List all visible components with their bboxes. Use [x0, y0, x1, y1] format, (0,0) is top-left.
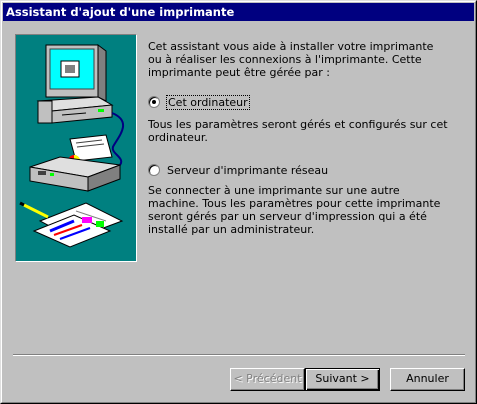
button-separator	[13, 354, 465, 356]
option-network-server[interactable]: Serveur d'imprimante réseau	[148, 162, 328, 178]
title-bar[interactable]: Assistant d'ajout d'une imprimante	[3, 3, 474, 21]
wizard-window: Assistant d'ajout d'une imprimante Cet a…	[0, 0, 477, 404]
computer-printer-icon	[19, 44, 125, 248]
back-button-label: < Précédent	[233, 372, 302, 385]
option-local-description: Tous les paramètres seront gérés et conf…	[148, 118, 448, 144]
option-network-description: Se connecter à une imprimante sur une au…	[148, 184, 441, 236]
back-button[interactable]: < Précédent	[230, 368, 305, 391]
intro-text: Cet assistant vous aide à installer votr…	[148, 40, 434, 79]
cancel-button-label: Annuler	[406, 372, 449, 385]
next-button-label: Suivant >	[315, 372, 370, 385]
option-local-label[interactable]: Cet ordinateur	[166, 94, 250, 110]
next-button[interactable]: Suivant >	[305, 368, 380, 391]
computer-printer-illustration	[15, 34, 137, 262]
window-title: Assistant d'ajout d'une imprimante	[6, 5, 235, 19]
option-local-computer[interactable]: Cet ordinateur	[148, 94, 250, 110]
option-network-label[interactable]: Serveur d'imprimante réseau	[167, 164, 328, 177]
radio-local-computer[interactable]	[148, 96, 160, 108]
cancel-button[interactable]: Annuler	[390, 368, 465, 391]
radio-network-server[interactable]	[148, 164, 160, 176]
